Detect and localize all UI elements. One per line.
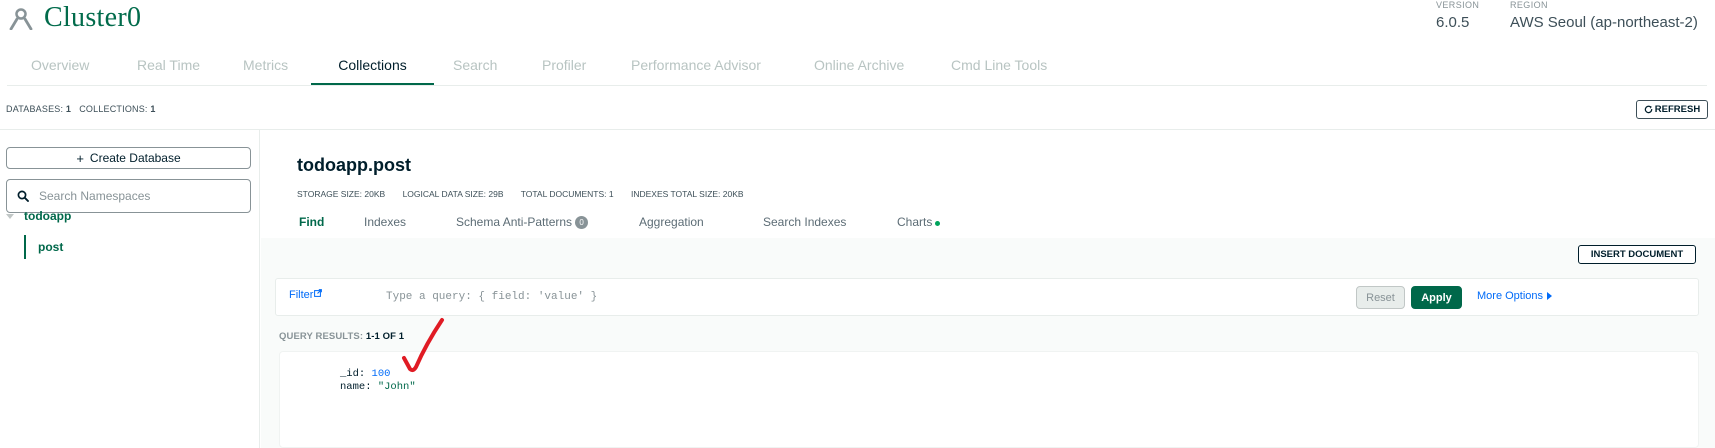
cluster-tabs: Overview Real Time Metrics Collections S… (7, 52, 1707, 86)
tab-collections[interactable]: Collections (311, 52, 434, 85)
query-input[interactable] (386, 287, 1186, 307)
tab-schema-label: Schema Anti-Patterns (456, 215, 573, 229)
results-label: QUERY RESULTS: (279, 331, 364, 342)
document-card[interactable]: _id: 100 name: "John" (279, 351, 1699, 448)
tab-charts[interactable]: Charts (897, 215, 941, 229)
collection-panel: todoapp.post STORAGE SIZE: 20KB LOGICAL … (261, 130, 1715, 448)
total-documents: TOTAL DOCUMENTS: 1 (520, 189, 614, 199)
reset-button[interactable]: Reset (1356, 286, 1405, 309)
more-options-label: More Options (1477, 290, 1544, 302)
collection-title: todoapp.post (297, 155, 411, 175)
tab-aggregation-label: Aggregation (639, 215, 704, 229)
region-value: AWS Seoul (ap-northeast-2) (1510, 14, 1698, 31)
checkmark-annotation (402, 318, 444, 373)
new-indicator-dot (935, 220, 941, 226)
caret-right-icon (1547, 292, 1553, 300)
region-block: REGION AWS Seoul (ap-northeast-2) (1510, 0, 1698, 31)
cluster-icon (9, 8, 33, 30)
namespace-sidebar: + Create Database todoapp post (0, 130, 260, 448)
field-key: name: (340, 381, 372, 393)
storage-size: STORAGE SIZE: 20KB (297, 189, 386, 199)
tab-schema-anti-patterns[interactable]: Schema Anti-Patterns 0 (456, 215, 589, 229)
tab-overview[interactable]: Overview (27, 52, 93, 85)
region-label: REGION (1510, 0, 1548, 10)
field-key: _id: (340, 368, 366, 380)
tab-search-indexes[interactable]: Search Indexes (763, 215, 846, 229)
external-link-icon (314, 289, 323, 297)
create-database-label: Create Database (89, 151, 181, 165)
filter-link[interactable]: Filter (289, 289, 323, 301)
filter-label: Filter (289, 289, 314, 301)
collection-name: post (38, 240, 64, 254)
document-field-id: _id: 100 (340, 368, 390, 380)
tab-real-time[interactable]: Real Time (133, 52, 204, 85)
tab-find-label: Find (299, 215, 325, 229)
namespace-counts: DATABASES: 1 COLLECTIONS: 1 (6, 104, 156, 114)
cluster-name: Cluster0 (44, 2, 142, 33)
caret-down-icon (6, 213, 14, 219)
tab-indexes[interactable]: Indexes (364, 215, 406, 229)
field-value: "John" (377, 381, 416, 393)
namespace-search-input[interactable] (39, 189, 239, 203)
collections-count: 1 (150, 104, 156, 114)
tab-search[interactable]: Search (449, 52, 501, 85)
tab-profiler[interactable]: Profiler (538, 52, 590, 85)
version-block: VERSION 6.0.5 (1436, 0, 1479, 31)
search-icon (17, 190, 29, 202)
collections-label: COLLECTIONS: (79, 104, 148, 114)
tab-cmd-line-tools[interactable]: Cmd Line Tools (947, 52, 1051, 85)
collection-item-post[interactable]: post (24, 235, 63, 259)
filter-bar: Filter Reset Apply More Options (275, 278, 1699, 316)
insert-document-button[interactable]: INSERT DOCUMENT (1578, 245, 1696, 264)
more-options-link[interactable]: More Options (1477, 290, 1553, 302)
document-field-name: name: "John" (340, 381, 416, 393)
tab-online-archive[interactable]: Online Archive (810, 52, 908, 85)
version-value: 6.0.5 (1436, 14, 1470, 31)
version-label: VERSION (1436, 0, 1480, 10)
count-badge: 0 (575, 215, 589, 229)
create-database-button[interactable]: + Create Database (6, 147, 251, 169)
refresh-label: REFRESH (1654, 104, 1701, 115)
apply-button[interactable]: Apply (1411, 286, 1462, 309)
database-item-todoapp[interactable]: todoapp (6, 207, 71, 225)
tab-find[interactable]: Find (299, 215, 324, 229)
tab-aggregation[interactable]: Aggregation (639, 215, 704, 229)
database-name: todoapp (24, 209, 72, 223)
stats-bar: DATABASES: 1 COLLECTIONS: 1 REFRESH (0, 88, 1715, 130)
tab-performance-advisor[interactable]: Performance Advisor (627, 52, 765, 85)
collection-stats: STORAGE SIZE: 20KB LOGICAL DATA SIZE: 29… (297, 189, 759, 199)
indexes-total-size: INDEXES TOTAL SIZE: 20KB (630, 189, 744, 199)
tab-indexes-label: Indexes (364, 215, 407, 229)
cluster-header: Cluster0 VERSION 6.0.5 REGION AWS Seoul … (0, 0, 1715, 52)
refresh-button[interactable]: REFRESH (1636, 100, 1708, 119)
plus-icon: + (76, 150, 84, 166)
logical-data-size: LOGICAL DATA SIZE: 29B (402, 189, 504, 199)
tab-metrics[interactable]: Metrics (239, 52, 292, 85)
collection-tabs: Find Indexes Schema Anti-Patterns 0 Aggr… (261, 208, 1715, 238)
refresh-icon (1644, 105, 1653, 114)
databases-count: 1 (65, 104, 72, 114)
databases-label: DATABASES: (6, 104, 64, 114)
tab-search-indexes-label: Search Indexes (763, 215, 847, 229)
tab-charts-label: Charts (897, 215, 933, 229)
find-workspace: INSERT DOCUMENT Filter Reset Apply More … (261, 238, 1715, 448)
